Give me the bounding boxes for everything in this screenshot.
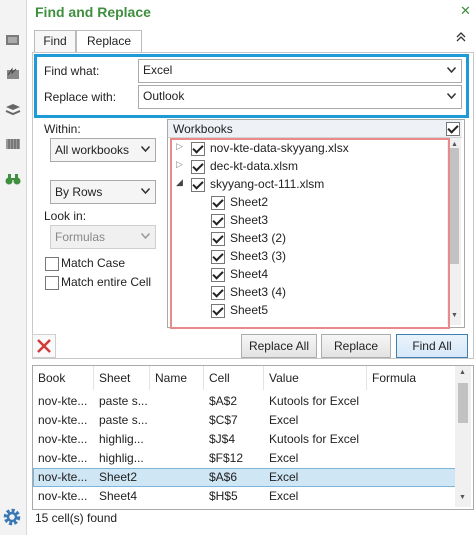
cell-address: $J$4 bbox=[209, 432, 236, 446]
flash-icon[interactable] bbox=[5, 67, 21, 81]
match-entire-cell-checkbox[interactable] bbox=[45, 276, 59, 290]
look-in-select[interactable]: Formulas bbox=[50, 225, 156, 249]
scroll-down-icon[interactable]: ▼ bbox=[451, 312, 458, 319]
within-value: All workbooks bbox=[55, 143, 130, 157]
layers-icon[interactable] bbox=[5, 102, 21, 116]
collapse-icon[interactable] bbox=[456, 32, 466, 45]
column-header-book[interactable]: Book bbox=[33, 366, 94, 390]
cell-address: $A$2 bbox=[209, 394, 238, 408]
column-header-sheet[interactable]: Sheet bbox=[94, 366, 150, 390]
column-header-cell[interactable]: Cell bbox=[204, 366, 264, 390]
replace-with-value: Outlook bbox=[143, 89, 185, 103]
workbooks-header-label: Workbooks bbox=[173, 122, 233, 136]
cell-book: nov-kte... bbox=[38, 470, 88, 484]
search-order-select[interactable]: By Rows bbox=[50, 180, 156, 204]
gear-icon[interactable] bbox=[1, 506, 23, 528]
results-scroll-thumb[interactable] bbox=[458, 383, 468, 423]
replace-all-button[interactable]: Replace All bbox=[241, 334, 317, 358]
cell-value: Excel bbox=[269, 451, 299, 465]
table-row[interactable]: nov-kte... paste s... $C$7 Excel bbox=[33, 411, 457, 430]
tab-find[interactable]: Find bbox=[34, 30, 76, 52]
pin-icon[interactable]: ✕ bbox=[460, 3, 471, 19]
match-entire-cell-label: Match entire Cell bbox=[61, 275, 152, 289]
cell-book: nov-kte... bbox=[38, 394, 88, 408]
scroll-up-icon[interactable]: ▲ bbox=[451, 141, 458, 148]
find-what-value: Excel bbox=[143, 63, 173, 77]
workbooks-highlight bbox=[170, 138, 450, 329]
status-text: 15 cell(s) found bbox=[35, 511, 118, 525]
chevron-down-icon bbox=[141, 188, 150, 194]
binoculars-icon[interactable] bbox=[5, 172, 21, 186]
look-in-value: Formulas bbox=[55, 230, 106, 244]
cell-value: Kutools for Excel bbox=[269, 432, 360, 446]
cell-address: $H$5 bbox=[209, 489, 238, 503]
chevron-down-icon bbox=[141, 146, 150, 152]
pane-title: Find and Replace bbox=[35, 4, 151, 20]
replace-with-combo[interactable]: Outlook bbox=[138, 85, 462, 109]
cell-sheet: highlig... bbox=[99, 451, 144, 465]
table-row[interactable]: nov-kte... highlig... $F$12 Excel bbox=[33, 449, 457, 468]
cell-value: Kutools for Excel bbox=[269, 394, 360, 408]
search-order-value: By Rows bbox=[55, 185, 103, 199]
find-what-label: Find what: bbox=[44, 64, 100, 78]
column-header-name[interactable]: Name bbox=[150, 366, 204, 390]
replace-with-label: Replace with: bbox=[44, 90, 117, 104]
window-icon[interactable] bbox=[5, 33, 21, 47]
cell-value: Excel bbox=[269, 489, 299, 503]
cell-book: nov-kte... bbox=[38, 489, 88, 503]
find-what-combo[interactable]: Excel bbox=[138, 59, 462, 83]
workbooks-scroll-thumb[interactable] bbox=[449, 148, 459, 264]
column-header-formula[interactable]: Formula bbox=[367, 366, 457, 390]
within-label: Within: bbox=[44, 122, 81, 136]
cell-book: nov-kte... bbox=[38, 413, 88, 427]
workbooks-all-checkbox[interactable] bbox=[446, 122, 460, 136]
table-row[interactable]: nov-kte... paste s... $A$2 Kutools for E… bbox=[33, 392, 457, 411]
left-toolbar bbox=[0, 0, 27, 535]
table-row-selected[interactable]: nov-kte... Sheet2 $A$6 Excel bbox=[33, 468, 457, 487]
cell-book: nov-kte... bbox=[38, 432, 88, 446]
results-scrollbar[interactable]: ▲ ▼ bbox=[455, 366, 471, 507]
cell-sheet: Sheet2 bbox=[99, 470, 138, 484]
match-case-checkbox[interactable] bbox=[45, 257, 59, 271]
cell-address: $F$12 bbox=[209, 451, 244, 465]
columns-icon[interactable] bbox=[5, 137, 21, 151]
clear-button[interactable] bbox=[32, 334, 56, 358]
column-header-value[interactable]: Value bbox=[264, 366, 367, 390]
find-all-button[interactable]: Find All bbox=[396, 334, 468, 358]
replace-button[interactable]: Replace bbox=[321, 334, 391, 358]
chevron-down-icon bbox=[141, 233, 150, 239]
within-select[interactable]: All workbooks bbox=[50, 138, 156, 162]
cell-sheet: Sheet4 bbox=[99, 489, 138, 503]
results-grid: Book Sheet Name Cell Value Formula nov-k… bbox=[32, 365, 474, 510]
match-case-label: Match Case bbox=[61, 256, 126, 270]
table-row[interactable]: nov-kte... highlig... $J$4 Kutools for E… bbox=[33, 430, 457, 449]
workbooks-header: Workbooks bbox=[168, 120, 462, 138]
cell-sheet: highlig... bbox=[99, 432, 144, 446]
cell-value: Excel bbox=[269, 470, 299, 484]
cell-address: $C$7 bbox=[209, 413, 238, 427]
scroll-up-icon[interactable]: ▲ bbox=[459, 369, 466, 376]
scroll-down-icon[interactable]: ▼ bbox=[459, 494, 466, 501]
cell-book: nov-kte... bbox=[38, 451, 88, 465]
cell-sheet: paste s... bbox=[99, 413, 148, 427]
chevron-down-icon bbox=[447, 67, 456, 73]
cell-address: $A$6 bbox=[209, 470, 238, 484]
cell-sheet: paste s... bbox=[99, 394, 148, 408]
tab-replace[interactable]: Replace bbox=[76, 30, 142, 53]
look-in-label: Look in: bbox=[44, 209, 87, 223]
cell-value: Excel bbox=[269, 413, 299, 427]
chevron-down-icon bbox=[447, 93, 456, 99]
table-row[interactable]: nov-kte... Sheet4 $H$5 Excel bbox=[33, 487, 457, 506]
delete-icon bbox=[37, 339, 51, 353]
